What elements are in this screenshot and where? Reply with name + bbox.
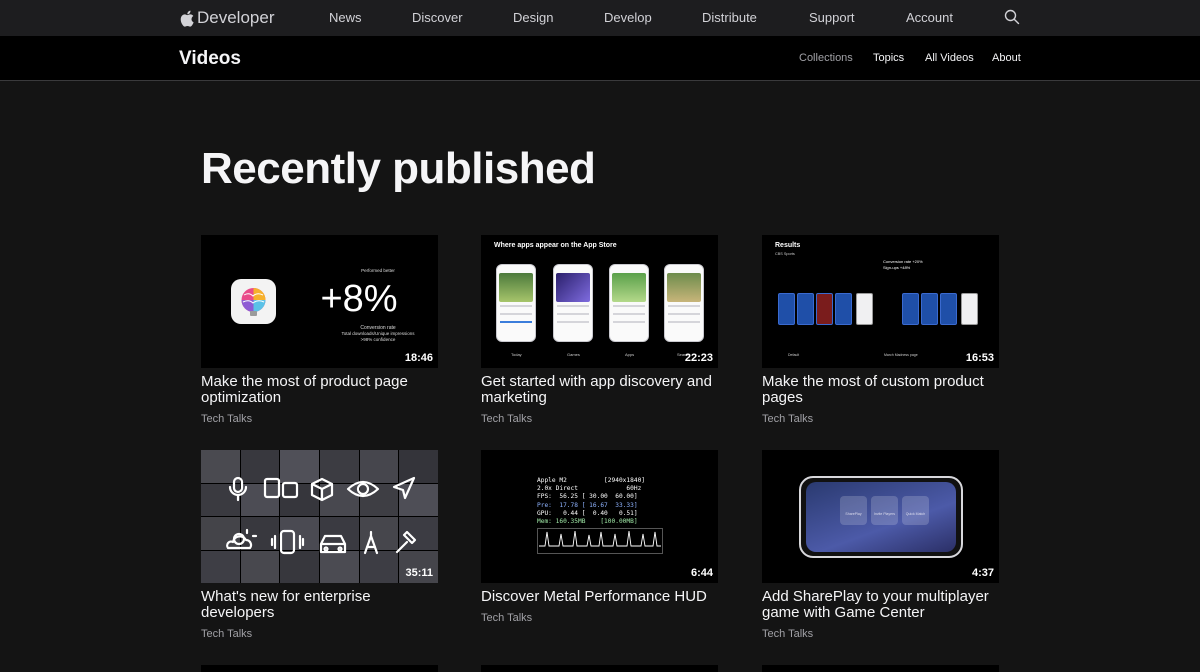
shareplay-option bbox=[840, 496, 867, 525]
app-screen-thumb bbox=[856, 293, 873, 325]
thumb-line: >98% confidence bbox=[360, 337, 396, 342]
video-title[interactable]: Get started with app discovery and marke… bbox=[481, 374, 721, 406]
video-thumbnail[interactable]: Where apps appear on the App Store Today… bbox=[481, 235, 718, 368]
hud-line: Pre: 17.78 [ 16.67 33.33] bbox=[537, 501, 638, 509]
localnav-about[interactable]: About bbox=[992, 51, 1021, 66]
video-title[interactable]: Add SharePlay to your multiplayer game w… bbox=[762, 589, 1002, 621]
video-duration: 6:44 bbox=[690, 567, 713, 579]
video-thumbnail[interactable]: Apple M2 [2940x1840] 2.0x Direct 60Hz FP… bbox=[481, 450, 718, 583]
video-category: Tech Talks bbox=[762, 413, 814, 425]
app-screen-thumb bbox=[961, 293, 978, 325]
phone-mockup bbox=[609, 264, 649, 342]
thumb-sub: CBS Sports bbox=[775, 252, 795, 256]
phone-mockup bbox=[664, 264, 704, 342]
app-screen-thumb bbox=[835, 293, 852, 325]
frame-time-graph bbox=[537, 528, 663, 554]
video-thumbnail-peek[interactable] bbox=[762, 665, 999, 672]
hud-line: Apple M2 [2940x1840] bbox=[537, 477, 646, 484]
video-duration: 4:37 bbox=[971, 567, 994, 579]
hud-line: Mem: 160.35MB [100.00MB] bbox=[537, 518, 638, 526]
enterprise-feature-icons bbox=[226, 476, 417, 555]
video-duration: 16:53 bbox=[965, 352, 994, 364]
nav-account[interactable]: Account bbox=[906, 9, 953, 27]
developer-logo-link[interactable]: Developer bbox=[180, 7, 275, 29]
video-title[interactable]: Make the most of custom product pages bbox=[762, 374, 1002, 406]
thumb-big-value: +8% bbox=[320, 278, 398, 320]
video-title[interactable]: Make the most of product page optimizati… bbox=[201, 374, 441, 406]
localnav-collections[interactable]: Collections bbox=[799, 51, 853, 66]
nav-distribute[interactable]: Distribute bbox=[702, 9, 757, 27]
video-title[interactable]: What's new for enterprise developers bbox=[201, 589, 441, 621]
performance-hud: Apple M2 [2940x1840] 2.0x Direct 60Hz FP… bbox=[537, 477, 645, 526]
app-screen-thumb bbox=[921, 293, 938, 325]
hud-line: GPU: 0.44 [ 0.40 0.51] bbox=[537, 509, 638, 517]
thumb-metric: Conversion rate +20% bbox=[883, 259, 923, 264]
nav-develop[interactable]: Develop bbox=[604, 9, 652, 27]
option-label: SharePlay bbox=[845, 512, 862, 516]
quick-match-option bbox=[902, 496, 929, 525]
thumb-caption: Where apps appear on the App Store bbox=[494, 242, 617, 249]
video-thumbnail[interactable]: SharePlay Invite Players Quick Match 4:3… bbox=[762, 450, 999, 583]
video-thumbnail[interactable]: Performed better +8% Conversion rate Tot… bbox=[201, 235, 438, 368]
option-label: Quick Match bbox=[905, 512, 926, 516]
localnav-all-videos[interactable]: All Videos bbox=[925, 51, 974, 66]
video-category: Tech Talks bbox=[481, 612, 533, 624]
phone-label: Apps bbox=[625, 352, 635, 357]
apple-logo-icon bbox=[180, 10, 194, 27]
video-category: Tech Talks bbox=[762, 628, 814, 640]
videos-title-link[interactable]: Videos bbox=[179, 47, 241, 70]
video-thumbnail[interactable]: 35:11 bbox=[201, 450, 438, 583]
phone-label: Games bbox=[567, 352, 580, 357]
video-category: Tech Talks bbox=[481, 413, 533, 425]
video-category: Tech Talks bbox=[201, 413, 253, 425]
nav-news[interactable]: News bbox=[329, 9, 362, 27]
nav-design[interactable]: Design bbox=[513, 9, 553, 27]
section-heading: Recently published bbox=[201, 144, 596, 193]
video-thumbnail-peek[interactable] bbox=[481, 665, 718, 672]
global-nav: Developer News Discover Design Develop D… bbox=[0, 0, 1200, 36]
phone-label: Today bbox=[511, 352, 522, 357]
video-duration: 35:11 bbox=[405, 567, 433, 579]
video-thumbnail-peek[interactable] bbox=[201, 665, 438, 672]
search-icon[interactable] bbox=[1004, 9, 1020, 25]
nav-support[interactable]: Support bbox=[809, 9, 855, 27]
video-title[interactable]: Discover Metal Performance HUD bbox=[481, 589, 721, 605]
app-screen-thumb bbox=[940, 293, 957, 325]
option-label: Invite Players bbox=[873, 512, 895, 516]
video-thumbnail[interactable]: Results CBS Sports Conversion rate +20% … bbox=[762, 235, 999, 368]
thumb-caption: Results bbox=[775, 242, 801, 249]
phone-mockup: SharePlay Invite Players Quick Match bbox=[799, 476, 963, 558]
logo-wordmark: Developer bbox=[197, 8, 275, 27]
nav-discover[interactable]: Discover bbox=[412, 9, 463, 27]
local-nav: Videos Collections Topics All Videos Abo… bbox=[0, 36, 1200, 81]
video-duration: 18:46 bbox=[404, 352, 433, 364]
hud-line: FPS: 56.25 [ 30.00 60.00] bbox=[537, 493, 638, 501]
brain-app-icon bbox=[231, 279, 276, 324]
thumb-label: Default bbox=[788, 353, 800, 357]
hud-line: 2.0x Direct 60Hz bbox=[537, 485, 642, 493]
video-duration: 22:23 bbox=[684, 352, 713, 364]
thumb-top-label: Performed better bbox=[361, 268, 395, 273]
thumb-metric: Sign-ups +48% bbox=[883, 265, 911, 270]
phone-mockup bbox=[553, 264, 593, 342]
invite-players-option bbox=[871, 496, 898, 525]
localnav-topics[interactable]: Topics bbox=[873, 51, 904, 66]
app-screen-thumb bbox=[902, 293, 919, 325]
thumb-label: March Madness page bbox=[884, 353, 918, 357]
video-category: Tech Talks bbox=[201, 628, 253, 640]
app-screen-thumb bbox=[797, 293, 814, 325]
app-screen-thumb bbox=[816, 293, 833, 325]
app-screen-thumb bbox=[778, 293, 795, 325]
phone-mockup bbox=[496, 264, 536, 342]
